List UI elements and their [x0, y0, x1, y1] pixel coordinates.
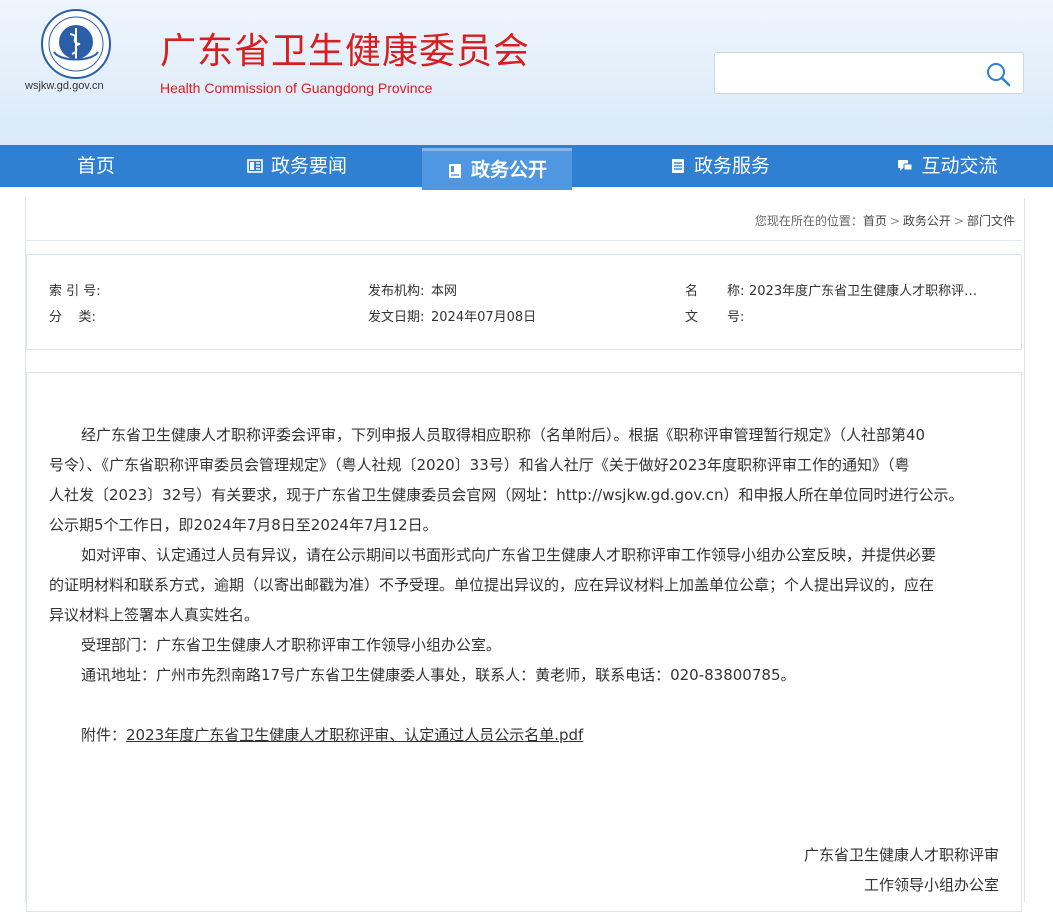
nav-item-home[interactable]: 首页 — [0, 145, 192, 187]
breadcrumb: 您现在所在的位置：首页 > 政务公开 > 部门文件 — [25, 207, 1015, 237]
attachment: 附件：2023年度广东省卫生健康人才职称评审、认定通过人员公示名单.pdf — [81, 720, 583, 750]
document-icon — [671, 159, 684, 173]
docno-label: 文 — [685, 310, 699, 325]
nav-item-interaction[interactable]: 互动交流 — [850, 145, 1045, 187]
nav-item-label: 政务服务 — [693, 155, 770, 177]
breadcrumb-separator: > — [889, 214, 900, 228]
document-meta: 索 引 号: 分 类: 发布机构: 本网 发文日期: 2024年07月08日 名… — [26, 254, 1022, 350]
book-icon — [448, 163, 461, 178]
paragraph-line: 人社发〔2023〕32号）有关要求，现于广东省卫生健康委员会官网（网址：http… — [49, 486, 964, 504]
divider — [26, 240, 1023, 241]
category-label: 分 类: — [49, 310, 96, 325]
chat-icon — [898, 160, 913, 171]
publisher-value: 本网 — [431, 284, 458, 299]
name-label-suffix: 称: — [727, 284, 745, 299]
attachment-link[interactable]: 2023年度广东省卫生健康人才职称评审、认定通过人员公示名单.pdf — [126, 726, 583, 744]
main-nav: 首页 政务要闻 政务公开 政务服务 互动交流 — [0, 145, 1053, 190]
site-title[interactable]: 广东省卫生健康委员会 — [160, 32, 530, 72]
nav-item-services[interactable]: 政务服务 — [630, 145, 810, 187]
breadcrumb-separator: > — [953, 214, 964, 228]
attachment-label: 附件： — [81, 726, 127, 744]
index-label: 索 引 号: — [49, 284, 101, 299]
site-domain: wsjkw.gd.gov.cn — [25, 80, 104, 92]
breadcrumb-dept-docs[interactable]: 部门文件 — [967, 214, 1015, 228]
paragraph-line: 经广东省卫生健康人才职称评委会评审，下列申报人员取得相应职称（名单附后）。根据《… — [81, 426, 926, 444]
nav-item-label: 政务公开 — [470, 159, 547, 181]
publisher-label: 发布机构: — [368, 284, 425, 299]
paragraph-line: 如对评审、认定通过人员有异议，请在公示期间以书面形式向广东省卫生健康人才职称评审… — [81, 546, 937, 564]
nav-item-label: 政务要闻 — [270, 155, 347, 177]
search-box — [714, 52, 1024, 94]
date-label: 发文日期: — [368, 310, 425, 325]
name-value: 2023年度广东省卫生健康人才职称评… — [749, 284, 978, 299]
paragraph-line: 异议材料上签署本人真实姓名。 — [49, 606, 260, 624]
name-label: 名 — [685, 284, 699, 299]
search-icon[interactable] — [985, 61, 1011, 87]
nav-item-label: 互动交流 — [921, 155, 998, 177]
emblem-logo-icon[interactable] — [40, 8, 112, 80]
site-subtitle: Health Commission of Guangdong Province — [160, 80, 433, 96]
paragraph-line: 公示期5个工作日，即2024年7月8日至2024年7月12日。 — [49, 516, 438, 534]
nav-item-label: 首页 — [76, 155, 115, 177]
paragraph-line: 受理部门：广东省卫生健康人才职称评审工作领导小组办公室。 — [81, 636, 502, 654]
paragraph-line: 号令）、《广东省职称评审委员会管理规定》（粤人社规〔2020〕33号）和省人社厅… — [49, 456, 910, 474]
breadcrumb-gov-disclosure[interactable]: 政务公开 — [903, 214, 951, 228]
date-value: 2024年07月08日 — [431, 310, 537, 325]
nav-item-news[interactable]: 政务要闻 — [192, 145, 402, 187]
signature-line: 广东省卫生健康人才职称评审 — [803, 846, 999, 864]
paragraph-line: 的证明材料和联系方式，逾期（以寄出邮戳为准）不予受理。单位提出异议的，应在异议材… — [49, 576, 935, 594]
news-icon — [247, 159, 263, 173]
nav-item-gov-disclosure[interactable]: 政务公开 — [422, 148, 572, 190]
docno-label-suffix: 号: — [727, 310, 745, 325]
breadcrumb-prefix: 您现在所在的位置： — [754, 214, 863, 228]
search-input[interactable] — [725, 53, 979, 93]
signature-line: 工作领导小组办公室 — [863, 876, 999, 894]
paragraph-line: 通讯地址：广州市先烈南路17号广东省卫生健康委人事处，联系人：黄老师，联系电话：… — [81, 666, 796, 684]
site-header: wsjkw.gd.gov.cn 广东省卫生健康委员会 Health Commis… — [0, 0, 1053, 145]
breadcrumb-home[interactable]: 首页 — [863, 214, 887, 228]
